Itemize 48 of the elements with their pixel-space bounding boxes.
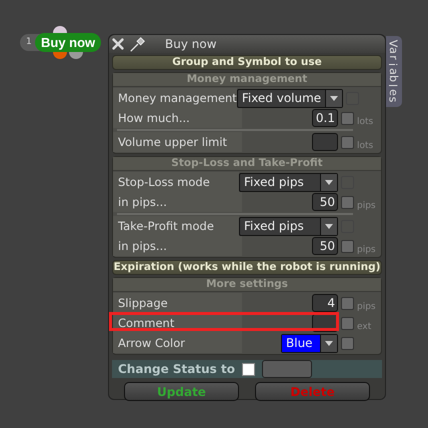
field-label: Stop-Loss mode — [113, 172, 239, 192]
checkbox[interactable] — [341, 316, 354, 330]
checkbox[interactable] — [341, 240, 354, 252]
node-label[interactable]: Buy now — [35, 33, 102, 52]
pin-icon[interactable] — [129, 35, 147, 53]
checkbox[interactable] — [341, 196, 354, 208]
caret-icon — [325, 180, 333, 184]
panel-header: More settings — [113, 278, 381, 292]
field-label: Arrow Color — [113, 333, 242, 353]
side-tab[interactable]: Variables — [386, 36, 402, 107]
field-label: How much... — [113, 108, 242, 128]
unit-label: lots — [357, 116, 374, 126]
field-label: Volume upper limit — [113, 132, 242, 152]
field-label: in pips... — [113, 192, 242, 212]
caret-icon — [325, 224, 333, 228]
status-label: Change Status to — [118, 362, 235, 376]
field-label: Slippage — [113, 293, 242, 313]
input-field[interactable]: 0.1 — [312, 109, 338, 127]
field-label: Money management — [113, 88, 237, 108]
checkbox[interactable] — [341, 336, 354, 350]
checkbox[interactable] — [341, 136, 354, 148]
caret-icon — [325, 340, 333, 346]
checkbox[interactable] — [341, 296, 354, 310]
dropdown[interactable]: Fixed pips — [239, 216, 338, 236]
unit-label: pips — [357, 302, 376, 312]
field-label: in pips... — [113, 236, 242, 256]
panel-header: Stop-Loss and Take-Profit — [113, 157, 381, 171]
dropdown[interactable]: Blue — [281, 334, 338, 352]
input-field[interactable]: 50 — [312, 193, 338, 211]
checkbox[interactable] — [242, 362, 255, 376]
checkbox[interactable] — [341, 112, 354, 124]
input-field[interactable]: 4 — [312, 294, 338, 312]
dropdown[interactable]: Fixed volume — [236, 88, 344, 108]
input-field[interactable] — [262, 360, 312, 378]
close-icon[interactable] — [111, 37, 125, 51]
caret-icon — [330, 96, 338, 100]
section-header[interactable]: Expiration (works while the robot is running) — [112, 260, 382, 275]
dropdown[interactable]: Fixed pips — [239, 172, 338, 192]
unit-label: ext — [357, 322, 372, 332]
unit-label: pips — [357, 244, 376, 254]
window-title: Buy now — [165, 37, 217, 51]
input-field[interactable]: 50 — [312, 237, 338, 255]
section-header[interactable]: Group and Symbol to use — [112, 55, 382, 70]
unit-label: lots — [357, 140, 374, 150]
panel-header: Money management — [113, 73, 381, 87]
field-label: Take-Profit mode — [113, 216, 239, 236]
input-field[interactable] — [312, 133, 338, 151]
unit-label: pips — [357, 200, 376, 210]
